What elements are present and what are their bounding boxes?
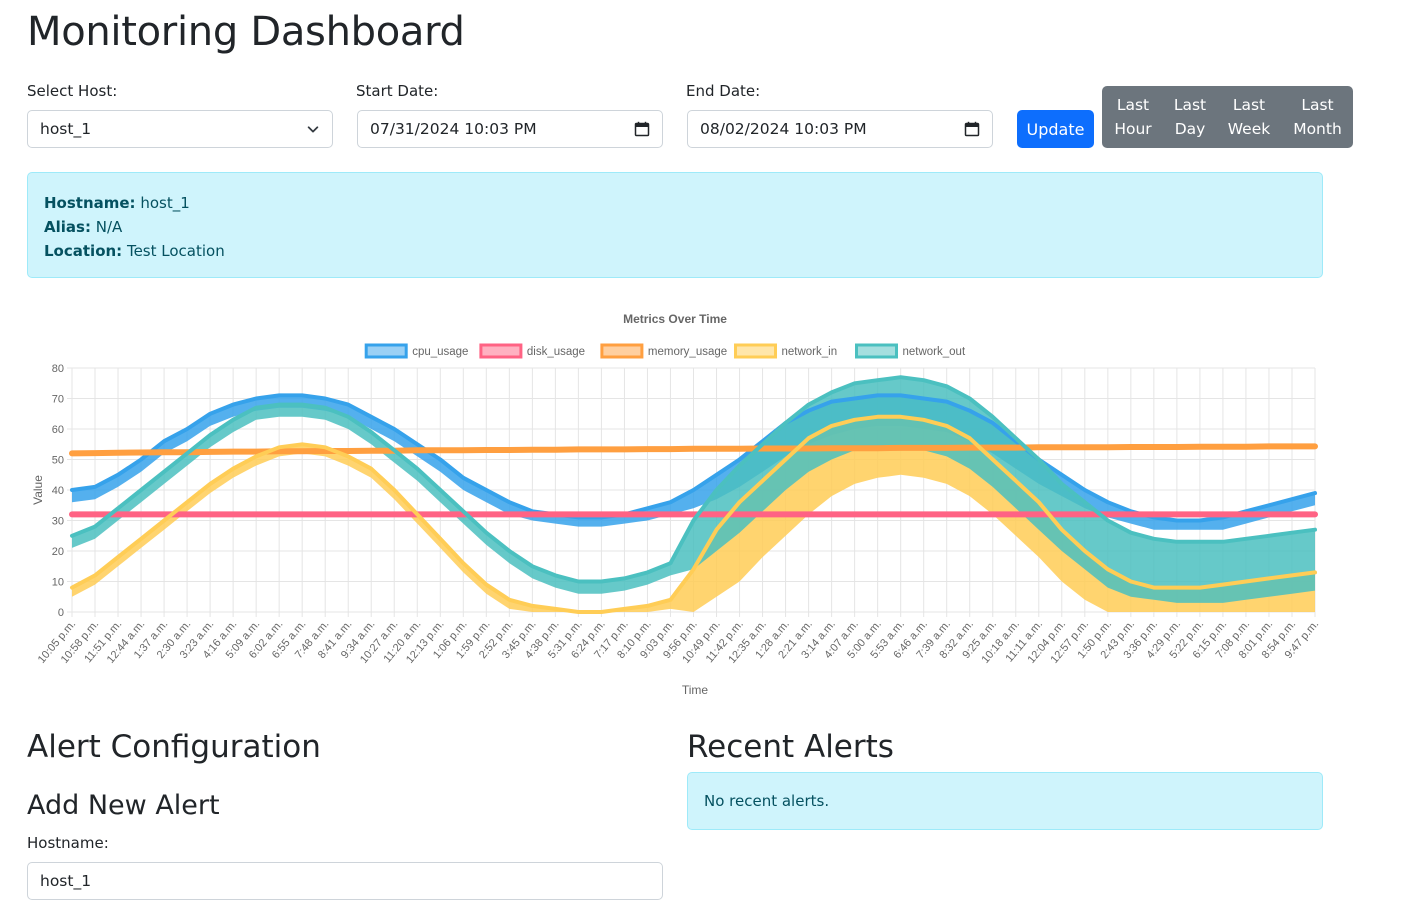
start-date-input[interactable]: 07/31/2024 10:03 PM	[357, 110, 663, 148]
location-value: Test Location	[126, 242, 225, 260]
disk_usage-legend-label: disk_usage	[527, 346, 585, 358]
network_in-legend-swatch	[734, 343, 777, 359]
hostname-value: host_1	[140, 194, 190, 212]
update-button[interactable]: Update	[1017, 110, 1094, 148]
y-tick-label: 60	[52, 424, 64, 436]
host-select-label: Select Host:	[27, 82, 118, 100]
y-tick-label: 40	[52, 485, 64, 497]
chevron-down-icon	[307, 126, 319, 133]
network_out-legend-swatch	[855, 343, 898, 359]
recent-alerts-empty: No recent alerts.	[687, 772, 1323, 830]
y-tick-label: 50	[52, 455, 64, 467]
metrics-chart-svg: Metrics Over Time cpu_usage disk_usage mem…	[31, 312, 1322, 697]
end-date-label: End Date:	[686, 82, 761, 100]
end-date-value: 08/02/2024 10:03 PM	[700, 120, 867, 138]
memory_usage-legend-label: memory_usage	[648, 346, 727, 358]
page-title: Monitoring Dashboard	[27, 9, 465, 55]
alert-hostname-value: host_1	[40, 872, 92, 890]
add-alert-title: Add New Alert	[27, 790, 220, 821]
calendar-icon[interactable]	[964, 121, 980, 137]
time-range-button-group: Last Hour Last Day Last Week Last Month	[1102, 86, 1353, 148]
y-tick-label: 70	[52, 394, 64, 406]
alias-value: N/A	[95, 218, 123, 236]
chart-title: Metrics Over Time	[623, 312, 727, 326]
recent-alerts-title: Recent Alerts	[687, 729, 894, 765]
alert-hostname-label: Hostname:	[27, 834, 109, 852]
chart-x-axis-label: Time	[682, 683, 709, 697]
last-week-button[interactable]: Last Week	[1216, 86, 1282, 148]
cpu_usage-legend-swatch	[364, 343, 408, 359]
network_out-legend-label: network_out	[903, 346, 966, 358]
disk_usage-legend-swatch	[479, 343, 523, 359]
chart-x-ticks: 10:05 p.m.10:58 p.m.11:51 p.m.12:44 a.m.…	[36, 618, 1322, 666]
y-tick-label: 0	[58, 607, 64, 619]
chart-y-ticks: 0 10 20 30 40 50 60 70 80	[52, 363, 64, 619]
last-month-button[interactable]: Last Month	[1282, 86, 1353, 148]
end-date-input[interactable]: 08/02/2024 10:03 PM	[687, 110, 993, 148]
alias-row: Alias: N/A	[44, 215, 1306, 239]
y-tick-label: 30	[52, 516, 64, 528]
memory_usage-legend-swatch	[600, 343, 644, 359]
host-select[interactable]: host_1	[27, 110, 333, 148]
host-info-panel: Hostname: host_1 Alias: N/A Location: Te…	[27, 172, 1323, 278]
start-date-label: Start Date:	[356, 82, 439, 100]
y-tick-label: 80	[52, 363, 64, 375]
hostname-key: Hostname:	[44, 194, 136, 212]
y-tick-label: 10	[52, 577, 64, 589]
location-row: Location: Test Location	[44, 239, 1306, 263]
hostname-row: Hostname: host_1	[44, 191, 1306, 215]
calendar-icon[interactable]	[634, 121, 650, 137]
metrics-chart: Metrics Over Time cpu_usage disk_usage mem…	[27, 300, 1323, 700]
location-key: Location:	[44, 242, 123, 260]
host-select-value: host_1	[40, 120, 92, 138]
network_in-legend-label: network_in	[782, 346, 838, 358]
chart-y-axis-label: Value	[31, 475, 45, 505]
chart-legend: cpu_usage disk_usage memory_usage network_i…	[364, 343, 966, 359]
start-date-value: 07/31/2024 10:03 PM	[370, 120, 537, 138]
last-hour-button[interactable]: Last Hour	[1102, 86, 1164, 148]
alert-hostname-input[interactable]: host_1	[27, 862, 663, 900]
alias-key: Alias:	[44, 218, 91, 236]
y-tick-label: 20	[52, 546, 64, 558]
cpu_usage-legend-label: cpu_usage	[412, 346, 468, 358]
alert-config-title: Alert Configuration	[27, 729, 321, 765]
last-day-button[interactable]: Last Day	[1164, 86, 1216, 148]
